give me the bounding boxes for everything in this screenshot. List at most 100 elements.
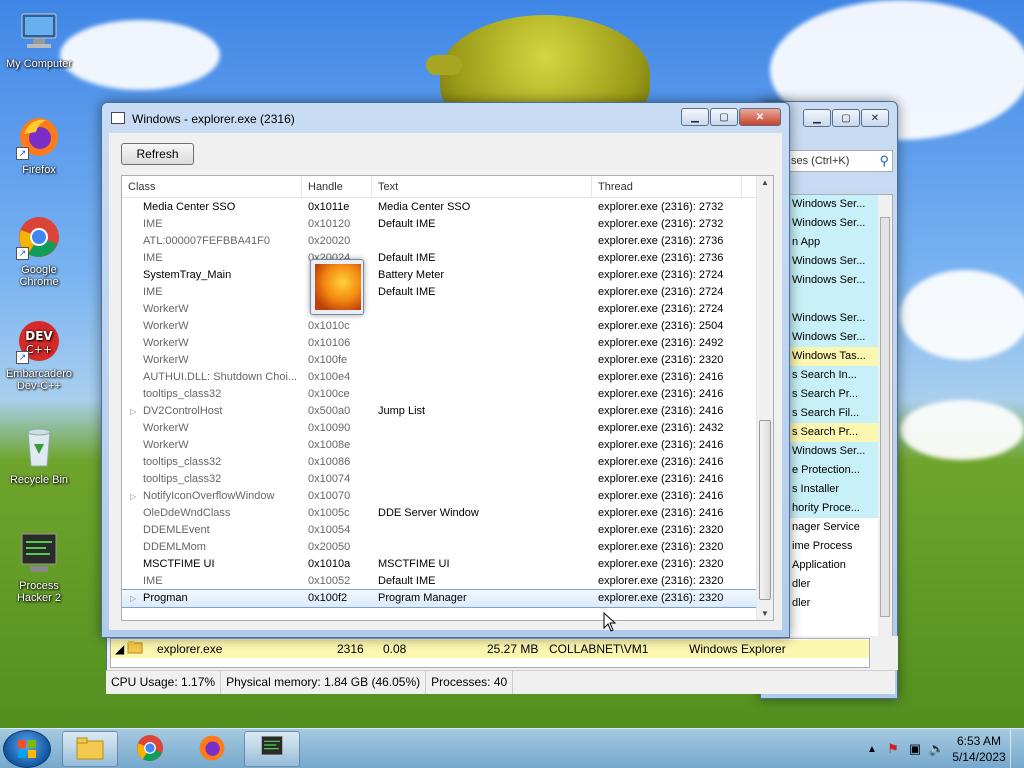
volume-icon[interactable]: 🔈 [926, 741, 948, 757]
scroll-down-icon[interactable]: ▼ [757, 609, 773, 618]
table-row[interactable]: DDEMLMom 0x20050 explorer.exe (2316): 2320 [122, 539, 756, 556]
class-cell: IME [122, 216, 302, 233]
list-item[interactable]: n App [790, 233, 892, 252]
list-item[interactable] [790, 290, 892, 309]
vertical-scrollbar[interactable] [878, 195, 892, 665]
text-cell-text: Default IME [378, 218, 436, 230]
list-item[interactable]: dler [790, 594, 892, 613]
titlebar[interactable]: Windows - explorer.exe (2316) ▁ ▢ ✕ [102, 103, 789, 133]
taskbar-explorer-button[interactable] [62, 731, 118, 767]
list-item[interactable]: ime Process [790, 537, 892, 556]
table-row[interactable]: WorkerW 0x1008e explorer.exe (2316): 2416 [122, 437, 756, 454]
list-item[interactable]: s Search In... [790, 366, 892, 385]
collapse-icon[interactable]: ◢ [111, 640, 127, 658]
minimize-button[interactable]: ▁ [681, 108, 709, 126]
list-item[interactable]: Windows Ser... [790, 328, 892, 347]
table-row[interactable]: IME 0x10052 Default IME explorer.exe (2316)… [122, 573, 756, 590]
maximize-button[interactable]: ▢ [832, 109, 860, 127]
expand-icon[interactable]: ▷ [130, 403, 136, 420]
handle-cell-text: 0x500a0 [308, 405, 351, 417]
network-icon[interactable]: ▣ [904, 741, 926, 757]
list-item[interactable]: Windows Ser... [790, 195, 892, 214]
table-row[interactable]: SystemTray_Main Battery Meter explorer.exe… [122, 267, 756, 284]
expand-icon[interactable]: ▷ [130, 488, 136, 505]
table-row[interactable]: WorkerW 0x10106 explorer.exe (2316): 2492 [122, 335, 756, 352]
search-field[interactable]: ses (Ctrl+K) ⚲ [789, 150, 893, 172]
vertical-scrollbar[interactable]: ▲ ▼ [756, 176, 773, 620]
close-button[interactable]: ✕ [739, 108, 781, 126]
list-item[interactable]: e Protection... [790, 461, 892, 480]
column-class[interactable]: Class [122, 176, 302, 197]
table-row[interactable]: tooltips_class32 0x100ce explorer.exe (231… [122, 386, 756, 403]
list-item[interactable]: hority Proce... [790, 499, 892, 518]
list-item[interactable]: dler [790, 575, 892, 594]
scroll-up-icon[interactable]: ▲ [757, 178, 773, 187]
table-row[interactable]: tooltips_class32 0x10074 explorer.exe (231… [122, 471, 756, 488]
show-hidden-icons-icon[interactable]: ▲ [862, 744, 882, 755]
table-row[interactable]: DDEMLEvent 0x10054 explorer.exe (2316): 23… [122, 522, 756, 539]
table-row[interactable]: WorkerW 0x1010c explorer.exe (2316): 2504 [122, 318, 756, 335]
desktop-icon-chrome[interactable]: ↗ Google Chrome [1, 214, 77, 288]
table-row[interactable]: WorkerW 0x100fe explorer.exe (2316): 2320 [122, 352, 756, 369]
list-item[interactable]: Windows Ser... [790, 214, 892, 233]
process-row-explorer[interactable]: ◢ explorer.exe 2316 0.08 25.27 MB COLLAB… [111, 640, 869, 658]
desktop-icon-devcpp[interactable]: DEV C++ ↗ Embarcadero Dev-C++ [1, 318, 77, 392]
refresh-button[interactable]: Refresh [121, 143, 194, 165]
taskbar-firefox-button[interactable] [184, 731, 240, 767]
table-row[interactable]: MSCTFIME UI 0x1010a MSCTFIME UI explorer.ex… [122, 556, 756, 573]
search-icon[interactable]: ⚲ [879, 153, 889, 169]
process-tree[interactable]: ◢ explorer.exe 2316 0.08 25.27 MB COLLAB… [110, 638, 870, 668]
list-item[interactable]: Windows Ser... [790, 271, 892, 290]
list-item[interactable]: s Search Pr... [790, 423, 892, 442]
list-item[interactable]: s Search Pr... [790, 385, 892, 404]
column-text[interactable]: Text [372, 176, 592, 197]
list-item[interactable]: Windows Ser... [790, 252, 892, 271]
table-row[interactable]: ATL:000007FEFBBA41F0 0x20020 explorer.exe … [122, 233, 756, 250]
class-cell-text: WorkerW [143, 303, 189, 315]
handle-cell: 0x10120 [302, 216, 372, 233]
table-row[interactable]: AUTHUI.DLL: Shutdown Choi... 0x100e4 explo… [122, 369, 756, 386]
table-row[interactable]: IME Default IME explorer.exe (2316): 2724 [122, 284, 756, 301]
desktop-icon-recycle-bin[interactable]: Recycle Bin [1, 424, 77, 486]
handle-cell: 0x1011e [302, 199, 372, 216]
close-button[interactable]: ✕ [861, 109, 889, 127]
table-row[interactable]: OleDdeWndClass 0x1005c DDE Server Window ex… [122, 505, 756, 522]
table-row[interactable]: IME 0x20024 Default IME explorer.exe (2316)… [122, 250, 756, 267]
scrollbar-thumb[interactable] [759, 420, 771, 600]
table-row[interactable]: ▷ DV2ControlHost 0x500a0 Jump List explorer.… [122, 403, 756, 420]
thread-cell-text: explorer.exe (2316): 2736 [598, 252, 724, 264]
column-thread[interactable]: Thread [592, 176, 742, 197]
expand-icon[interactable]: ▷ [130, 590, 136, 607]
table-row[interactable]: WorkerW 0x10090 explorer.exe (2316): 2432 [122, 420, 756, 437]
list-item[interactable]: Application [790, 556, 892, 575]
desktop-icon-firefox[interactable]: ↗ Firefox [1, 114, 77, 176]
desktop-icon-my-computer[interactable]: My Computer [1, 8, 77, 70]
action-center-icon[interactable]: ⚑ [882, 741, 904, 757]
process-list[interactable]: Windows Ser... Windows Ser... n App Windows… [789, 194, 893, 666]
desktop-icon-process-hacker[interactable]: Process Hacker 2 [1, 530, 77, 604]
windows-dialog[interactable]: Windows - explorer.exe (2316) ▁ ▢ ✕ Refr… [101, 102, 790, 638]
scrollbar-thumb[interactable] [880, 217, 890, 617]
list-item[interactable]: s Installer [790, 480, 892, 499]
table-row[interactable]: ▷ Progman 0x100f2 Program Manager explorer.e… [122, 589, 757, 608]
taskbar-chrome-button[interactable] [122, 731, 178, 767]
show-desktop-button[interactable] [1010, 729, 1024, 768]
list-item[interactable]: Windows Ser... [790, 442, 892, 461]
list-item[interactable]: s Search Fil... [790, 404, 892, 423]
taskbar-process-hacker-button[interactable] [244, 731, 300, 767]
table-row[interactable]: ▷ NotifyIconOverflowWindow 0x10070 explorer… [122, 488, 756, 505]
class-cell: SystemTray_Main [122, 267, 302, 284]
table-row[interactable]: IME 0x10120 Default IME explorer.exe (2316)… [122, 216, 756, 233]
list-item[interactable]: nager Service [790, 518, 892, 537]
table-row[interactable]: Media Center SSO 0x1011e Media Center SSO e… [122, 199, 756, 216]
list-item[interactable]: Windows Tas... [790, 347, 892, 366]
minimize-button[interactable]: ▁ [803, 109, 831, 127]
table-row[interactable]: WorkerW explorer.exe (2316): 2724 [122, 301, 756, 318]
column-handle[interactable]: Handle [302, 176, 372, 197]
start-button[interactable] [3, 730, 51, 768]
clock[interactable]: 6:53 AM 5/14/2023 [948, 733, 1010, 765]
maximize-button[interactable]: ▢ [710, 108, 738, 126]
table-row[interactable]: tooltips_class32 0x10086 explorer.exe (231… [122, 454, 756, 471]
list-item[interactable]: Windows Ser... [790, 309, 892, 328]
window-list[interactable]: Class Handle Text Thread Media Center SS… [121, 175, 774, 621]
